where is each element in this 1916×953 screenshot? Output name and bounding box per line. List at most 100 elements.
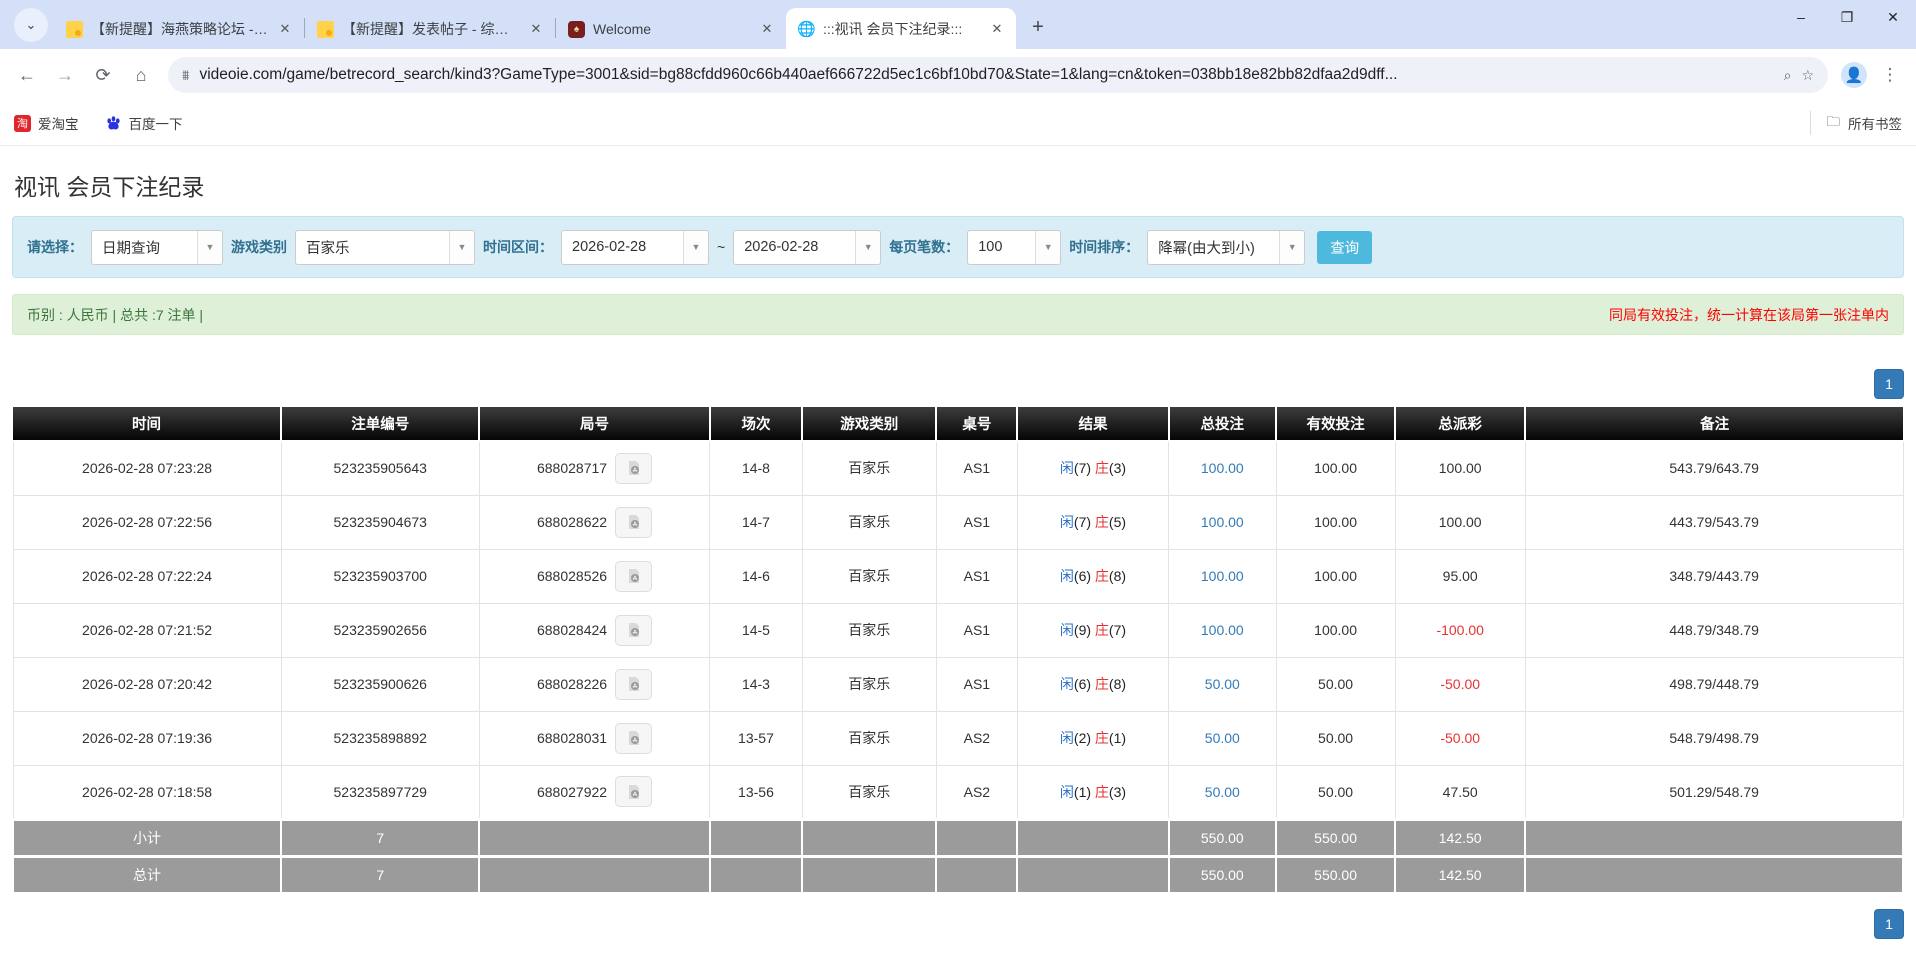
spade-favicon: ♠ (568, 21, 585, 38)
chevron-down-icon[interactable]: ▼ (683, 231, 708, 264)
cell-game-type: 百家乐 (802, 765, 936, 819)
cell-round: 688028424 (537, 622, 607, 638)
url-text[interactable]: videoie.com/game/betrecord_search/kind3?… (199, 66, 1773, 84)
cell-table-no: AS1 (936, 441, 1017, 495)
tab-strip: ⌄ 【新提醒】海燕策略论坛 - 综合 ✕ 【新提醒】发表帖子 - 综合交流 ✕ … (0, 0, 1916, 49)
tab-search-chevron-icon[interactable]: ⌄ (14, 8, 48, 42)
result-player-num: (6) (1074, 568, 1091, 584)
video-replay-icon[interactable] (615, 723, 652, 754)
address-bar[interactable]: ⩩ videoie.com/game/betrecord_search/kind… (168, 57, 1828, 93)
new-tab-button[interactable]: + (1024, 13, 1052, 41)
date-from-value: 2026-02-28 (562, 239, 683, 255)
time-range-label: 时间区间： (483, 237, 553, 257)
date-from-select[interactable]: 2026-02-28 ▼ (561, 230, 709, 265)
chevron-down-icon[interactable]: ▼ (1035, 231, 1060, 264)
result-banker: 庄 (1095, 514, 1109, 530)
cell-bet-id: 523235902656 (281, 603, 479, 657)
cell-round: 688028717 (537, 460, 607, 476)
browser-toolbar: ← → ⟳ ⌂ ⩩ videoie.com/game/betrecord_sea… (0, 49, 1916, 101)
tab-welcome[interactable]: ♠ Welcome ✕ (556, 9, 786, 49)
page-1-button[interactable]: 1 (1874, 369, 1904, 399)
sort-select[interactable]: 降幂(由大到小) ▼ (1147, 230, 1305, 265)
video-replay-icon[interactable] (615, 669, 652, 700)
header-result: 结果 (1017, 407, 1168, 441)
chevron-down-icon[interactable]: ▼ (197, 231, 222, 264)
cell-bet-id: 523235905643 (281, 441, 479, 495)
video-replay-icon[interactable] (615, 561, 652, 592)
cell-bet-id: 523235900626 (281, 657, 479, 711)
video-replay-icon[interactable] (615, 615, 652, 646)
cell-round: 688028622 (537, 514, 607, 530)
tab-close-icon[interactable]: ✕ (758, 20, 776, 38)
cell-session: 13-57 (710, 711, 803, 765)
cell-game-type: 百家乐 (802, 657, 936, 711)
video-replay-icon[interactable] (615, 453, 652, 484)
video-replay-icon[interactable] (615, 507, 652, 538)
window-close-button[interactable]: ✕ (1870, 0, 1916, 34)
cell-total-bet[interactable]: 50.00 (1169, 657, 1277, 711)
window-restore-button[interactable]: ❐ (1824, 0, 1870, 34)
reload-icon[interactable]: ⟳ (86, 58, 120, 92)
result-banker: 庄 (1095, 568, 1109, 584)
per-page-select[interactable]: 100 ▼ (967, 230, 1061, 265)
query-type-select[interactable]: 日期查询 ▼ (91, 230, 223, 265)
site-settings-icon[interactable]: ⩩ (182, 67, 189, 84)
total-total-bet: 550.00 (1169, 856, 1277, 893)
tab-forum-1[interactable]: 【新提醒】海燕策略论坛 - 综合 ✕ (54, 9, 304, 49)
cell-payout: 100.00 (1395, 441, 1525, 495)
cell-total-bet[interactable]: 100.00 (1169, 603, 1277, 657)
game-type-select[interactable]: 百家乐 ▼ (295, 230, 475, 265)
forum-favicon (66, 21, 83, 38)
date-to-select[interactable]: 2026-02-28 ▼ (733, 230, 881, 265)
home-icon[interactable]: ⌂ (124, 58, 158, 92)
header-remark: 备注 (1525, 407, 1903, 441)
cell-remark: 443.79/543.79 (1525, 495, 1903, 549)
cell-total-bet[interactable]: 100.00 (1169, 441, 1277, 495)
subtotal-row: 小计 7 550.00 550.00 142.50 (13, 819, 1903, 856)
chevron-down-icon[interactable]: ▼ (855, 231, 880, 264)
cell-payout: -100.00 (1395, 603, 1525, 657)
query-button[interactable]: 查询 (1317, 231, 1372, 264)
result-banker-num: (3) (1109, 460, 1126, 476)
cell-total-bet[interactable]: 100.00 (1169, 495, 1277, 549)
tab-close-icon[interactable]: ✕ (276, 20, 294, 38)
back-icon[interactable]: ← (10, 58, 44, 92)
pagination-top: 1 (12, 369, 1904, 399)
profile-avatar-icon[interactable]: 👤 (1838, 59, 1870, 91)
bookmark-taobao[interactable]: 淘 爱淘宝 (14, 113, 79, 133)
cell-game-type: 百家乐 (802, 495, 936, 549)
chevron-down-icon[interactable]: ▼ (1279, 231, 1304, 264)
subtotal-count: 7 (281, 819, 479, 856)
tab-close-icon[interactable]: ✕ (988, 20, 1006, 38)
window-minimize-button[interactable]: – (1778, 0, 1824, 34)
bookmark-baidu[interactable]: 百度一下 (105, 113, 183, 133)
chevron-down-icon[interactable]: ▼ (449, 231, 474, 264)
result-player: 闲 (1060, 784, 1074, 800)
zoom-icon[interactable]: ⌕ (1784, 67, 1792, 84)
all-bookmarks-label: 所有书签 (1848, 113, 1902, 133)
page-1-button[interactable]: 1 (1874, 909, 1904, 939)
cell-payout: -50.00 (1395, 711, 1525, 765)
result-banker: 庄 (1095, 784, 1109, 800)
cell-session: 14-6 (710, 549, 803, 603)
video-replay-icon[interactable] (615, 776, 652, 807)
cell-time: 2026-02-28 07:23:28 (13, 441, 281, 495)
result-banker-num: (5) (1109, 514, 1126, 530)
cell-total-bet[interactable]: 50.00 (1169, 711, 1277, 765)
cell-session: 14-7 (710, 495, 803, 549)
cell-total-bet[interactable]: 50.00 (1169, 765, 1277, 819)
tab-bet-records-active[interactable]: 🌐 :::视讯 会员下注纪录::: ✕ (786, 8, 1016, 49)
cell-game-type: 百家乐 (802, 603, 936, 657)
cell-total-bet[interactable]: 100.00 (1169, 549, 1277, 603)
tab-close-icon[interactable]: ✕ (527, 20, 545, 38)
table-row: 2026-02-28 07:22:24 523235903700 6880285… (13, 549, 1903, 603)
cell-round: 688028526 (537, 568, 607, 584)
tab-forum-2[interactable]: 【新提醒】发表帖子 - 综合交流 ✕ (305, 9, 555, 49)
bookmark-star-icon[interactable]: ☆ (1801, 67, 1814, 84)
all-bookmarks[interactable]: 🗀 所有书签 (1810, 111, 1903, 135)
cell-remark: 501.29/548.79 (1525, 765, 1903, 819)
result-banker-num: (8) (1109, 568, 1126, 584)
result-player: 闲 (1060, 730, 1074, 746)
forward-icon[interactable]: → (48, 58, 82, 92)
browser-menu-icon[interactable]: ⋮ (1874, 59, 1906, 91)
